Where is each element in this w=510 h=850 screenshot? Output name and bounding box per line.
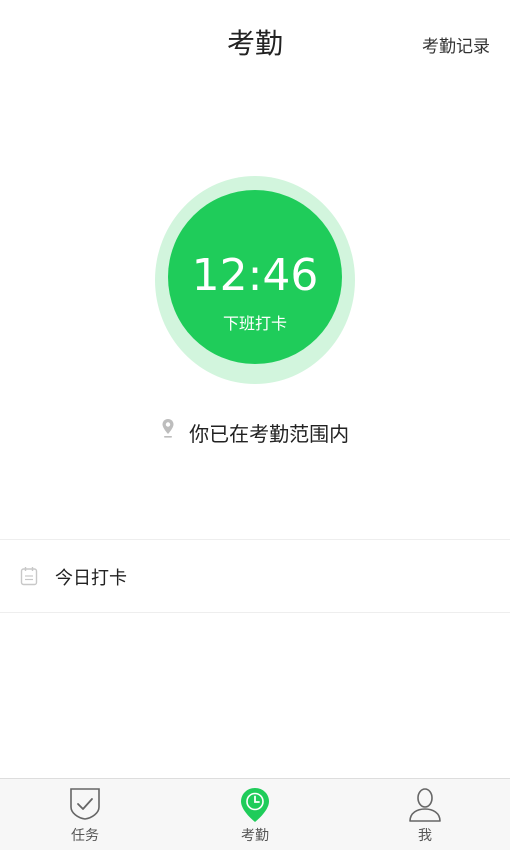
location-status: 你已在考勤范围内 [0, 418, 510, 447]
current-time: 12:46 [191, 250, 319, 301]
tab-me[interactable]: 我 [340, 779, 510, 850]
tab-tasks[interactable]: 任务 [0, 779, 170, 850]
tab-attendance[interactable]: 考勤 [170, 779, 340, 850]
today-punch-row[interactable]: 今日打卡 [0, 540, 510, 612]
header: 考勤 考勤记录 [0, 0, 510, 82]
tab-me-label: 我 [418, 828, 432, 844]
profile-icon [408, 787, 442, 827]
punch-out-button[interactable]: 12:46 下班打卡 [168, 190, 342, 364]
calendar-icon [20, 566, 38, 590]
location-pin-icon [161, 418, 175, 443]
attendance-clock-pin-icon [240, 787, 270, 827]
task-shield-icon [68, 787, 102, 825]
punch-out-label: 下班打卡 [222, 314, 287, 333]
attendance-records-link[interactable]: 考勤记录 [422, 32, 490, 57]
tab-attendance-label: 考勤 [241, 828, 269, 844]
tab-tasks-label: 任务 [71, 828, 99, 844]
bottom-tab-bar: 任务 考勤 我 [0, 778, 510, 850]
today-punch-label: 今日打卡 [55, 568, 127, 589]
location-status-text: 你已在考勤范围内 [189, 422, 350, 446]
attendance-screen: 考勤 考勤记录 12:46 下班打卡 你已在考勤范围内 今日打卡 任务 考勤 我 [0, 0, 510, 850]
divider [0, 612, 510, 613]
